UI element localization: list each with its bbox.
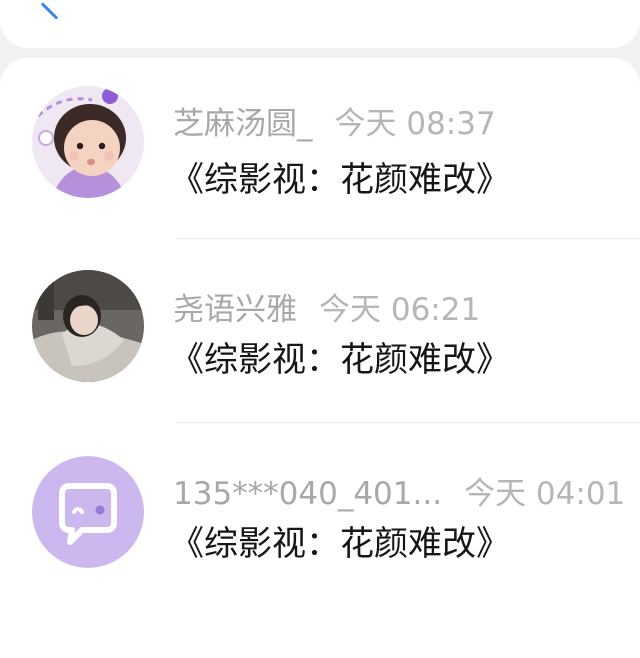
contact-name: 芝麻汤圆_ bbox=[173, 106, 313, 142]
timestamp: 今天 06:21 bbox=[319, 292, 481, 328]
conversation-row[interactable]: 135***040_401... 今天 04:01 《综影视：花颜难改》 bbox=[0, 430, 640, 610]
message-preview: 《综影视：花颜难改》 bbox=[170, 160, 510, 200]
avatar bbox=[32, 456, 144, 568]
message-preview: 《综影视：花颜难改》 bbox=[170, 524, 510, 564]
avatar bbox=[32, 86, 144, 198]
avatar bbox=[32, 270, 144, 382]
chat-bubble-icon bbox=[32, 456, 144, 568]
conversation-row[interactable]: 芝麻汤圆_ 今天 08:37 《综影视：花颜难改》 bbox=[0, 58, 640, 239]
top-bar bbox=[0, 0, 640, 48]
child-photo-icon bbox=[32, 86, 144, 198]
back-icon[interactable] bbox=[40, 2, 59, 20]
conversation-list: 芝麻汤圆_ 今天 08:37 《综影视：花颜难改》 尧语兴雅 今天 06:21 《综… bbox=[0, 58, 640, 658]
divider bbox=[176, 422, 640, 423]
conversation-meta: 尧语兴雅 今天 06:21 bbox=[173, 284, 480, 329]
timestamp: 今天 08:37 bbox=[334, 106, 496, 142]
conversation-row[interactable]: 尧语兴雅 今天 06:21 《综影视：花颜难改》 bbox=[0, 244, 640, 424]
timestamp: 今天 04:01 bbox=[464, 476, 626, 512]
woman-photo-icon bbox=[32, 270, 144, 382]
conversation-meta: 芝麻汤圆_ 今天 08:37 bbox=[173, 98, 496, 143]
contact-name: 尧语兴雅 bbox=[173, 292, 297, 328]
message-preview: 《综影视：花颜难改》 bbox=[170, 340, 510, 380]
divider bbox=[176, 238, 640, 239]
contact-name: 135***040_401... bbox=[173, 476, 443, 512]
conversation-meta: 135***040_401... 今天 04:01 bbox=[173, 468, 625, 513]
